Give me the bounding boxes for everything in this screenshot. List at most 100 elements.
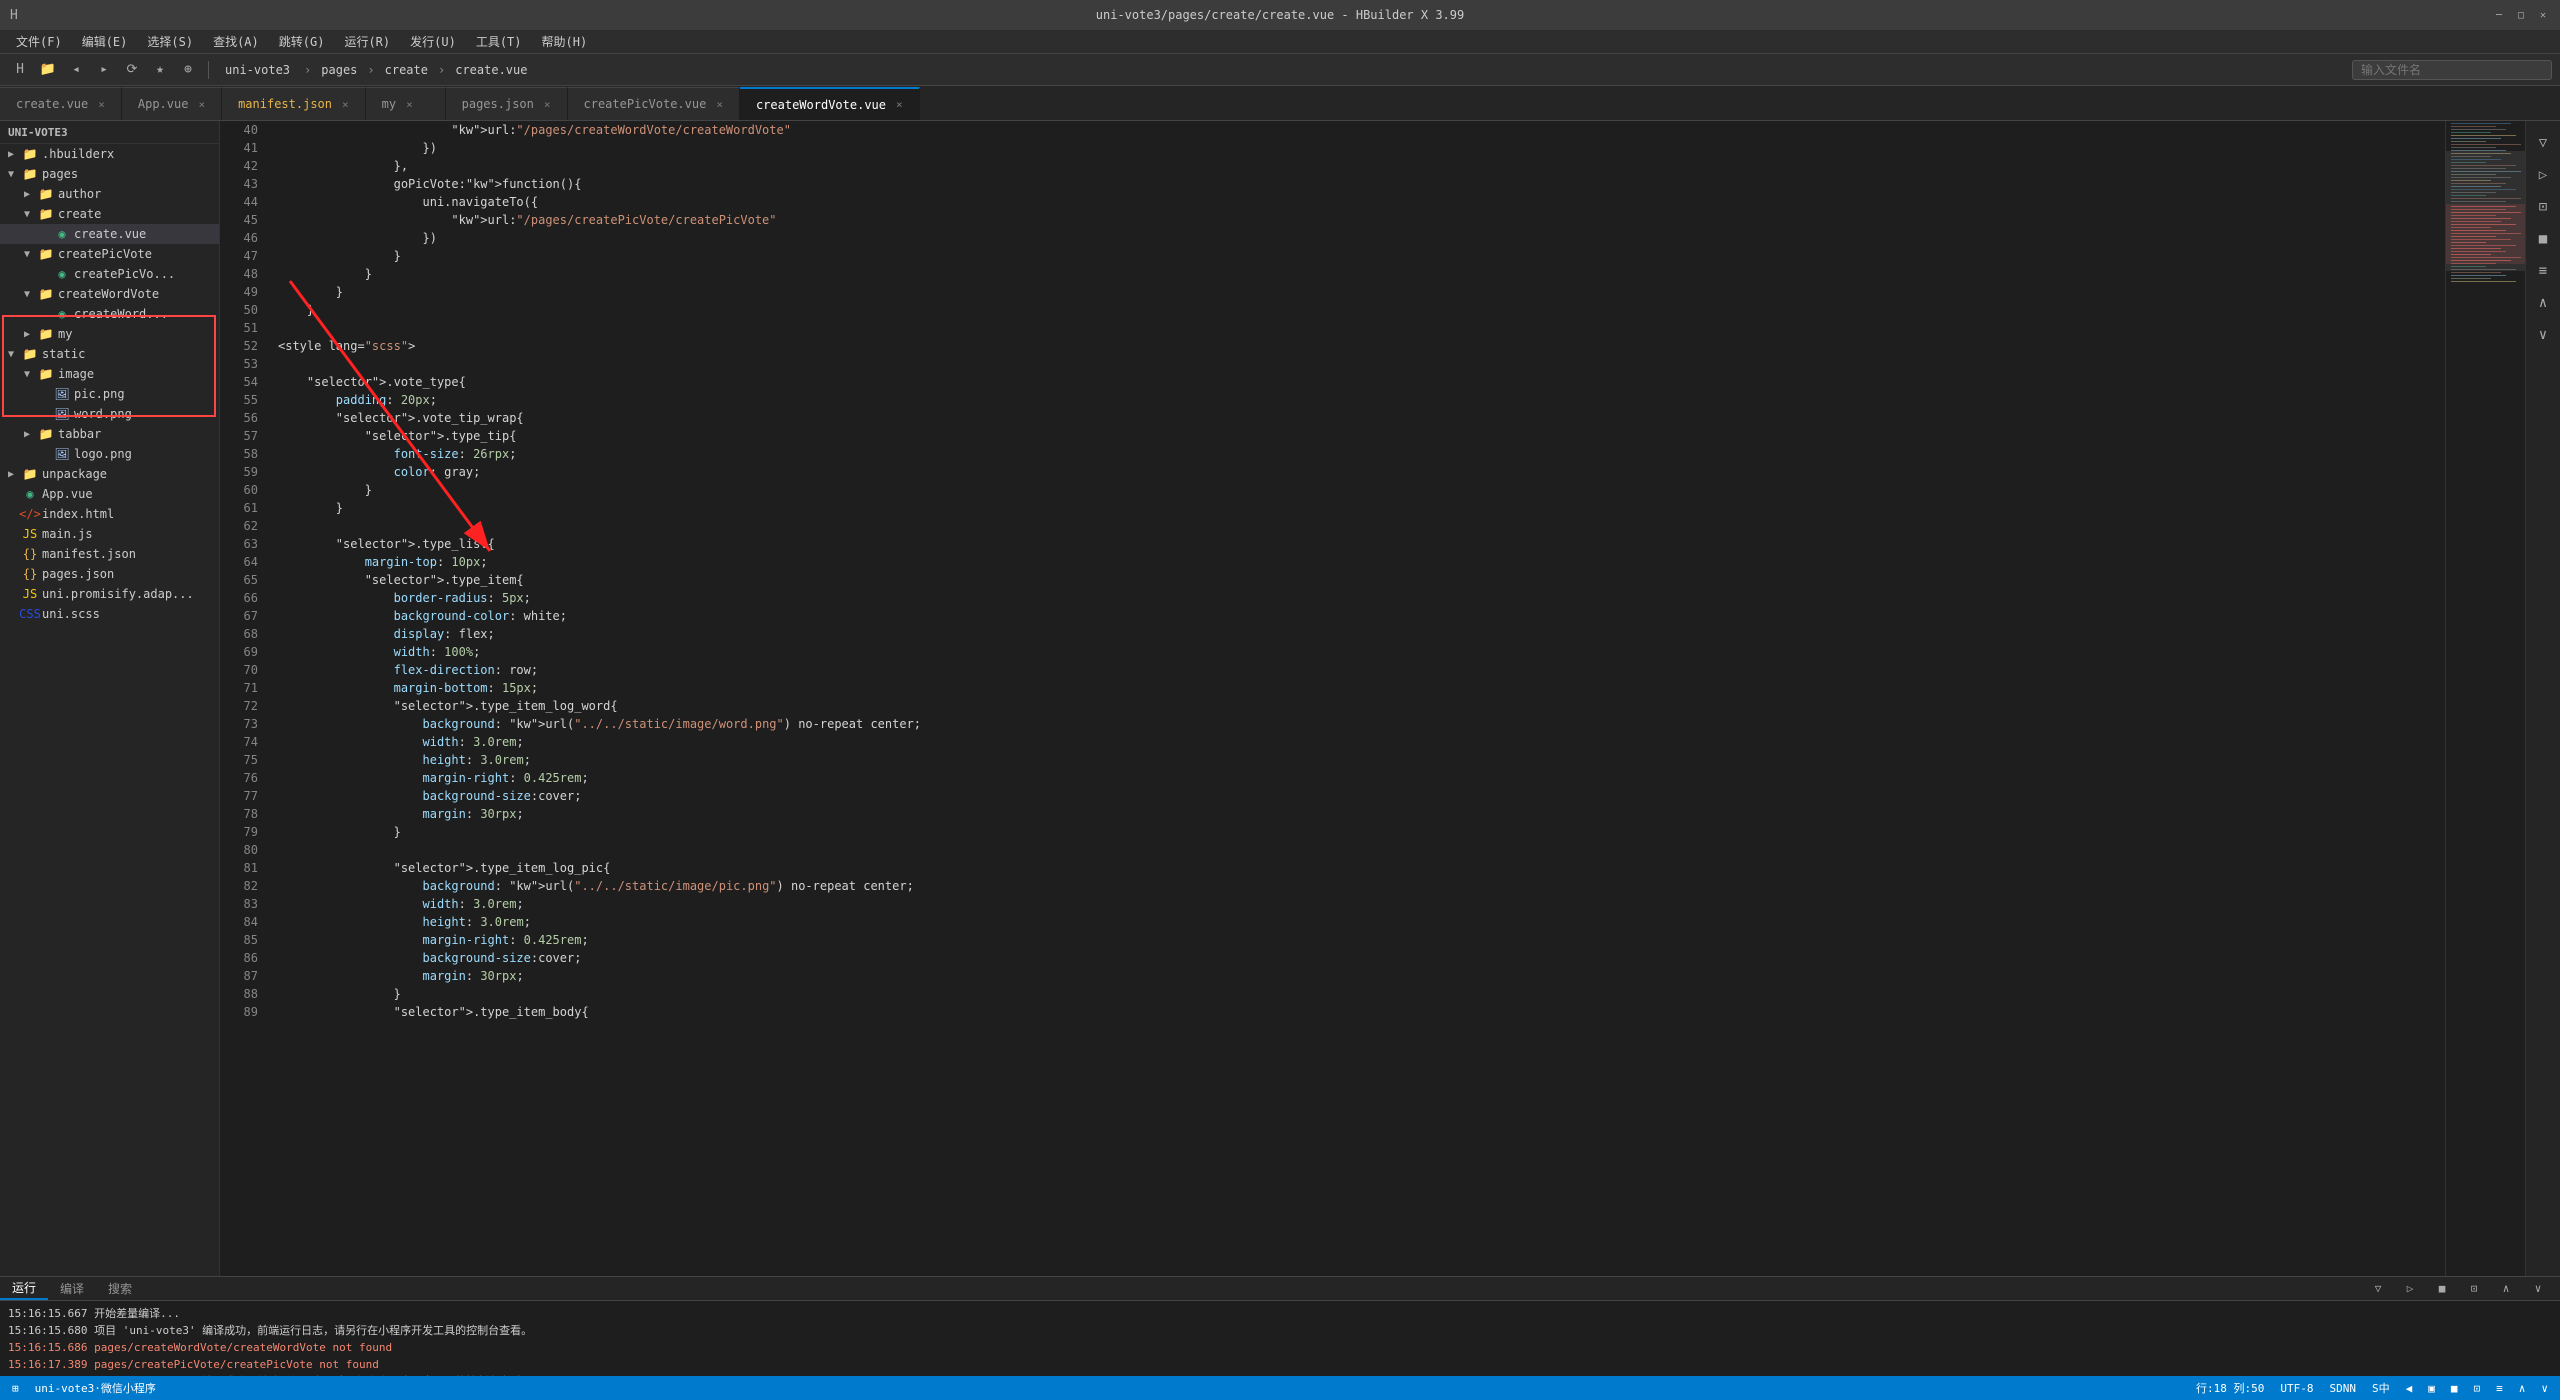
tab-my-close[interactable]: × (406, 98, 413, 111)
right-icon-2[interactable]: ▷ (2529, 161, 2557, 189)
sidebar-item-main-js[interactable]: JS main.js (0, 524, 219, 544)
window-controls[interactable]: ─ □ ✕ (2492, 8, 2550, 22)
sidebar-item-index-html[interactable]: </> index.html (0, 504, 219, 524)
folder-my-icon: 📁 (38, 326, 54, 342)
toolbar-forward[interactable]: ▸ (92, 58, 116, 82)
right-icon-1[interactable]: ▽ (2529, 129, 2557, 157)
bottom-panel-icon-close[interactable]: ∨ (2524, 1276, 2552, 1303)
status-icon-4[interactable]: ⊡ (2474, 1382, 2481, 1395)
breadcrumb-create: create (385, 63, 428, 77)
tab-app-vue[interactable]: App.vue × (122, 87, 222, 120)
sidebar-item-author[interactable]: ▶ 📁 author (0, 184, 219, 204)
tab-createpicvote[interactable]: createPicVote.vue × (568, 87, 740, 120)
sidebar-item-createpicvote-file[interactable]: ◉ createPicVo... (0, 264, 219, 284)
tab-pages-json-close[interactable]: × (544, 98, 551, 111)
tab-app-vue-close[interactable]: × (198, 98, 205, 111)
sidebar-item-static[interactable]: ▼ 📁 static (0, 344, 219, 364)
sidebar-item-unpackage-label: unpackage (42, 467, 107, 481)
sidebar-item-createwordvote-file[interactable]: ◉ createWord... (0, 304, 219, 324)
sidebar-item-createwordvote[interactable]: ▼ 📁 createWordVote (0, 284, 219, 304)
tab-pages-json[interactable]: pages.json × (446, 87, 568, 120)
bottom-tab-search[interactable]: 搜索 (96, 1278, 144, 1299)
bottom-panel-icon-box[interactable]: ⊡ (2460, 1276, 2488, 1303)
sidebar-item-pic-png[interactable]: 🖼 pic.png (0, 384, 219, 404)
close-button[interactable]: ✕ (2536, 8, 2550, 22)
sidebar-item-logo-png[interactable]: 🖼 logo.png (0, 444, 219, 464)
menu-tools[interactable]: 工具(T) (468, 31, 530, 52)
search-input[interactable] (2352, 60, 2552, 80)
right-icon-7[interactable]: ∨ (2529, 321, 2557, 349)
tab-createwordvote[interactable]: createWordVote.vue × (740, 87, 920, 120)
menu-publish[interactable]: 发行(U) (402, 31, 464, 52)
folder-image-icon: 📁 (38, 366, 54, 382)
menu-edit[interactable]: 编辑(E) (74, 31, 136, 52)
code-line-88: } (278, 985, 2445, 1003)
breadcrumb-pages: pages (321, 63, 357, 77)
maximize-button[interactable]: □ (2514, 8, 2528, 22)
file-uni-scss-icon: CSS (22, 606, 38, 622)
tab-createpicvote-close[interactable]: × (716, 98, 723, 111)
status-icon-6[interactable]: ∧ (2519, 1382, 2526, 1395)
minimize-button[interactable]: ─ (2492, 8, 2506, 22)
editor-content[interactable]: 4041424344454647484950515253545556575859… (220, 121, 2525, 1276)
toolbar-back[interactable]: ◂ (64, 58, 88, 82)
tab-manifest-json[interactable]: manifest.json × (222, 87, 366, 120)
sidebar-item-createpicvote[interactable]: ▼ 📁 createPicVote (0, 244, 219, 264)
toolbar-add[interactable]: ⊕ (176, 58, 200, 82)
bottom-panel-icon-stop[interactable]: ■ (2428, 1276, 2456, 1303)
arrow-createwordvote: ▼ (24, 289, 38, 300)
right-icon-6[interactable]: ∧ (2529, 289, 2557, 317)
sidebar-item-hbuilderx[interactable]: ▶ 📁 .hbuilderx (0, 144, 219, 164)
right-icon-4[interactable]: ■ (2529, 225, 2557, 253)
right-icon-5[interactable]: ≡ (2529, 257, 2557, 285)
menu-goto[interactable]: 跳转(G) (271, 31, 333, 52)
toolbar-refresh[interactable]: ⟳ (120, 58, 144, 82)
sidebar-item-manifest-json[interactable]: {} manifest.json (0, 544, 219, 564)
menu-select[interactable]: 选择(S) (139, 31, 201, 52)
code-line-81: "selector">.type_item_log_pic{ (278, 859, 2445, 877)
bottom-panel-icon-play[interactable]: ▷ (2396, 1276, 2424, 1303)
tab-my[interactable]: my × (366, 87, 446, 120)
tab-create-vue-label: create.vue (16, 97, 88, 111)
sidebar-item-unpackage[interactable]: ▶ 📁 unpackage (0, 464, 219, 484)
sidebar-item-uni-scss[interactable]: CSS uni.scss (0, 604, 219, 624)
sidebar-item-static-label: static (42, 347, 85, 361)
right-icon-3[interactable]: ⊡ (2529, 193, 2557, 221)
toolbar-folder[interactable]: 📁 (36, 58, 60, 82)
toolbar-logo[interactable]: H (8, 58, 32, 82)
editor-area: 4041424344454647484950515253545556575859… (220, 121, 2525, 1276)
sidebar-item-uni-promisify[interactable]: JS uni.promisify.adap... (0, 584, 219, 604)
toolbar-star[interactable]: ★ (148, 58, 172, 82)
status-encoding: UTF-8 (2280, 1382, 2313, 1395)
menu-file[interactable]: 文件(F) (8, 31, 70, 52)
sidebar-item-pages-json[interactable]: {} pages.json (0, 564, 219, 584)
sidebar-item-app-vue[interactable]: ◉ App.vue (0, 484, 219, 504)
sidebar-item-my[interactable]: ▶ 📁 my (0, 324, 219, 344)
menu-run[interactable]: 运行(R) (336, 31, 398, 52)
menu-find[interactable]: 查找(A) (205, 31, 267, 52)
tab-createwordvote-close[interactable]: × (896, 98, 903, 111)
sidebar-item-create-vue[interactable]: ◉ create.vue (0, 224, 219, 244)
tab-create-vue-close[interactable]: × (98, 98, 105, 111)
status-icon-2[interactable]: ▣ (2428, 1382, 2435, 1395)
tab-manifest-json-close[interactable]: × (342, 98, 349, 111)
sidebar-item-tabbar[interactable]: ▶ 📁 tabbar (0, 424, 219, 444)
menu-help[interactable]: 帮助(H) (534, 31, 596, 52)
status-icon-1[interactable]: ◀ (2406, 1382, 2413, 1395)
code-line-67: background-color: white; (278, 607, 2445, 625)
sidebar-item-pages[interactable]: ▼ 📁 pages (0, 164, 219, 184)
bottom-panel-icon-up[interactable]: ∧ (2492, 1276, 2520, 1303)
minimap[interactable] (2445, 121, 2525, 1276)
code-editor[interactable]: "kw">url:"/pages/createWordVote/createWo… (270, 121, 2445, 1276)
status-icon-3[interactable]: ■ (2451, 1382, 2458, 1395)
sidebar-item-create[interactable]: ▼ 📁 create (0, 204, 219, 224)
sidebar-item-word-png[interactable]: 🖼 word.png (0, 404, 219, 424)
bottom-panel-icon-down[interactable]: ▽ (2364, 1276, 2392, 1303)
status-icon-5[interactable]: ≡ (2496, 1382, 2503, 1395)
sidebar-item-image[interactable]: ▼ 📁 image (0, 364, 219, 384)
bottom-tab-run[interactable]: 运行 (0, 1277, 48, 1300)
status-icon-7[interactable]: ∨ (2541, 1382, 2548, 1395)
bottom-tab-compile[interactable]: 编译 (48, 1278, 96, 1299)
minimap-slider[interactable] (2446, 151, 2525, 271)
tab-create-vue[interactable]: create.vue × (0, 87, 122, 120)
